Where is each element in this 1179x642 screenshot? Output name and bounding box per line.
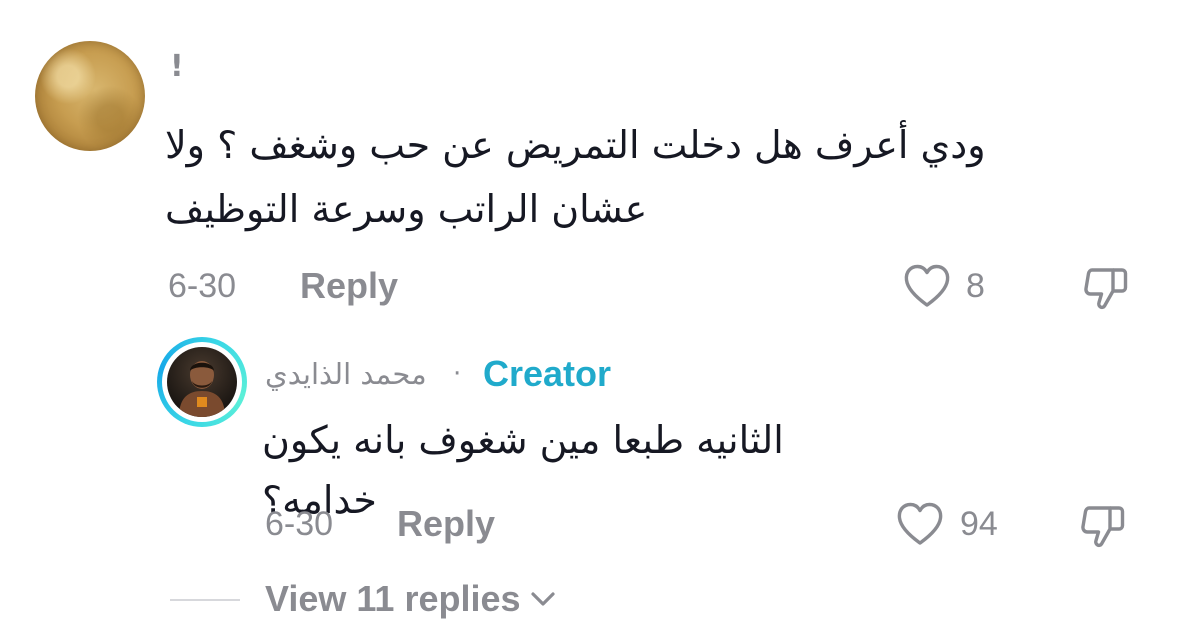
creator-username[interactable]: محمد الذايدي	[265, 352, 427, 396]
like-count: 8	[966, 267, 985, 305]
view-replies-label: View 11 replies	[265, 578, 521, 619]
chevron-down-icon	[530, 592, 555, 606]
thumbs-down-icon[interactable]	[1077, 500, 1129, 556]
comment-date: 6-30	[168, 267, 237, 305]
heart-icon[interactable]	[902, 262, 952, 314]
divider	[170, 599, 240, 601]
avatar[interactable]	[35, 41, 145, 151]
reply-text: الثانيه طبعا مين شغوف بانه يكون خدامه؟	[262, 418, 784, 522]
reply-button[interactable]: Reply	[300, 265, 398, 307]
reply-button[interactable]: Reply	[397, 503, 495, 545]
thumbs-down-icon[interactable]	[1080, 262, 1132, 318]
creator-avatar[interactable]	[157, 337, 247, 427]
creator-badge: Creator	[483, 353, 612, 394]
heart-icon[interactable]	[895, 500, 945, 552]
view-replies-button[interactable]: View 11 replies	[265, 576, 557, 622]
reply-date: 6-30	[265, 505, 334, 543]
comment-username[interactable]: !	[170, 47, 184, 87]
like-count: 94	[960, 505, 998, 543]
separator-dot: ·	[453, 359, 462, 389]
comment-text: ودي أعرف هل دخلت التمريض عن حب وشغف ؟ ول…	[165, 123, 986, 231]
